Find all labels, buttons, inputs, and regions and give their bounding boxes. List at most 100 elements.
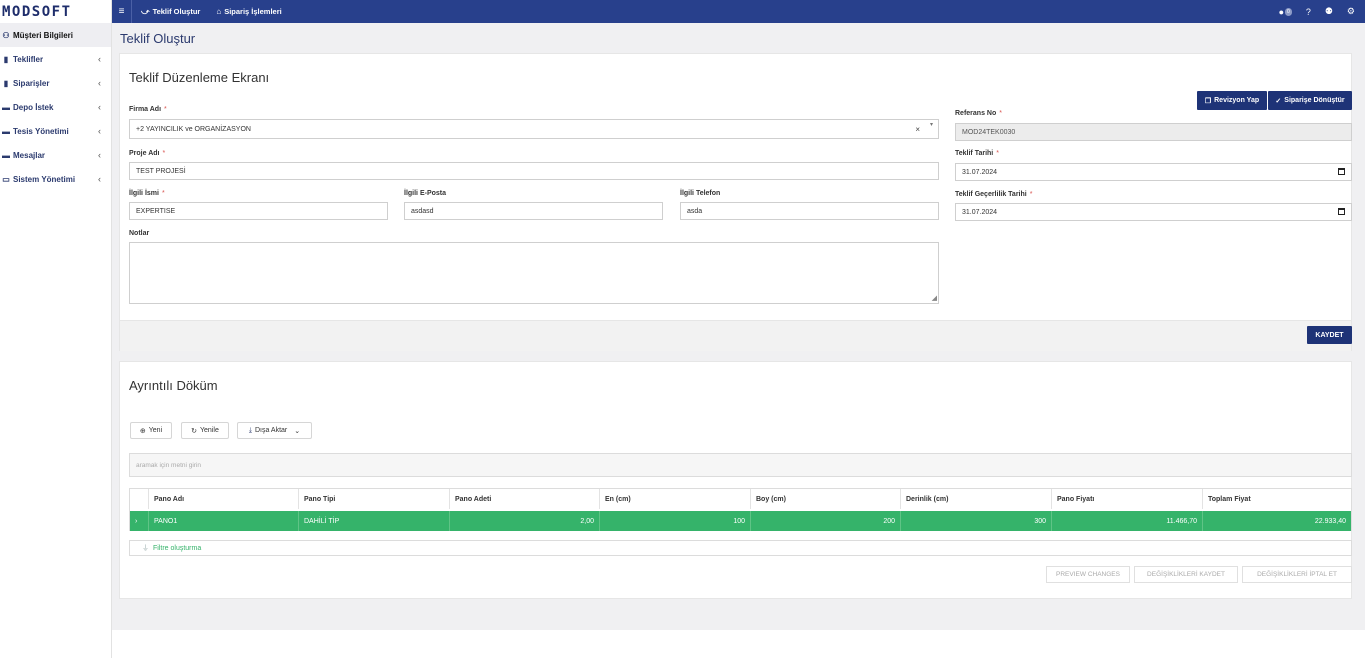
filter-icon: ⏚ xyxy=(142,545,149,552)
sidebar-item-label: Depo İstek xyxy=(13,102,54,112)
col-pano-adeti[interactable]: Pano Adeti xyxy=(449,489,599,509)
chevron-down-icon: ⌄ xyxy=(294,427,301,435)
gecerlilik-tarihi-label: Teklif Geçerlilik Tarihi * xyxy=(955,191,1033,198)
sidebar-item-mesajlar[interactable]: ▬ Mesajlar ‹ xyxy=(0,143,111,167)
teklif-tarihi-label: Teklif Tarihi * xyxy=(955,150,999,157)
help-icon[interactable]: ? xyxy=(1306,7,1311,17)
cell-derinlik[interactable]: 300 xyxy=(900,511,1051,531)
sidebar-item-musteri-bilgileri[interactable]: ⚇ Müşteri Bilgileri xyxy=(0,23,111,47)
col-boy[interactable]: Boy (cm) xyxy=(750,489,900,509)
ilgili-ismi-input[interactable]: EXPERTISE xyxy=(129,202,388,220)
topbar: ≡ ⤻ Teklif Oluştur ⌂ Sipariş İşlemleri ●… xyxy=(112,0,1365,23)
resize-handle-icon[interactable]: ◢ xyxy=(932,294,937,302)
firma-value: +2 YAYINCILIK ve ORGANİZASYON xyxy=(136,125,251,133)
topnav-label: Sipariş İşlemleri xyxy=(224,7,282,16)
topnav-teklif-olustur[interactable]: ⤻ Teklif Oluştur xyxy=(141,7,200,17)
cell-pano-fiyati[interactable]: 11.466,70 xyxy=(1051,511,1202,531)
file-icon: ▮ xyxy=(3,54,9,64)
firma-select[interactable]: +2 YAYINCILIK ve ORGANİZASYON × ▾ xyxy=(129,119,939,139)
main-content: Teklif Oluştur Teklif Düzenleme Ekranı ❐… xyxy=(112,23,1365,630)
topnav-siparis-islemleri[interactable]: ⌂ Sipariş İşlemleri xyxy=(216,7,281,16)
sidebar-item-sistem-yonetimi[interactable]: ▭ Sistem Yönetimi ‹ xyxy=(0,167,111,191)
chevron-left-icon: ‹ xyxy=(98,54,101,64)
detail-grid: Pano Adı Pano Tipi Pano Adeti En (cm) Bo… xyxy=(129,488,1352,531)
notlar-textarea[interactable]: ◢ xyxy=(129,242,939,304)
sidebar-item-teklifler[interactable]: ▮ Teklifler ‹ xyxy=(0,47,111,71)
col-toplam-fiyat[interactable]: Toplam Fiyat xyxy=(1202,489,1351,509)
refresh-button[interactable]: ↻ Yenile xyxy=(181,422,229,439)
chevron-left-icon: ‹ xyxy=(98,102,101,112)
referans-input: MOD24TEK0030 xyxy=(955,123,1352,141)
expand-header-cell xyxy=(130,489,148,509)
expand-row-icon[interactable]: › xyxy=(130,511,148,531)
settings-icon[interactable]: ⚙ xyxy=(1347,6,1355,17)
teklif-form-card: Teklif Düzenleme Ekranı ❐ Revizyon Yap ✓ S… xyxy=(119,53,1352,351)
app-logo[interactable]: MODSOFT xyxy=(0,0,111,23)
calendar-icon[interactable] xyxy=(1338,168,1345,175)
sidebar-item-label: Sistem Yönetimi xyxy=(13,174,76,184)
col-pano-adi[interactable]: Pano Adı xyxy=(148,489,298,509)
sidebar-item-siparisler[interactable]: ▮ Siparişler ‹ xyxy=(0,71,111,95)
user-icon[interactable]: ⚉ xyxy=(1325,6,1333,17)
proje-label: Proje Adı * xyxy=(129,150,166,157)
page-footer xyxy=(112,630,1365,658)
save-button[interactable]: KAYDET xyxy=(1307,326,1352,344)
sidebar: MODSOFT ⚇ Müşteri Bilgileri ▮ Teklifler … xyxy=(0,0,112,658)
handshake-icon: ⤻ xyxy=(141,6,150,16)
gecerlilik-tarihi-input[interactable]: 31.07.2024 xyxy=(955,203,1352,221)
col-pano-fiyati[interactable]: Pano Fiyatı xyxy=(1051,489,1202,509)
messages-icon: ▬ xyxy=(2,150,10,160)
calendar-icon[interactable] xyxy=(1338,208,1345,215)
table-row[interactable]: › PANO1 DAHİLİ TİP 2,00 100 200 300 11.4… xyxy=(130,511,1351,531)
save-changes-button[interactable]: DEĞİŞİKLİKLERİ KAYDET xyxy=(1134,566,1238,583)
export-button[interactable]: ⤓ Dışa Aktar ⌄ xyxy=(237,422,312,439)
sidebar-item-label: Teklifler xyxy=(13,54,44,64)
ilgili-eposta-input[interactable]: asdasd xyxy=(404,202,663,220)
cell-pano-adeti[interactable]: 2,00 xyxy=(449,511,599,531)
grid-header-row: Pano Adı Pano Tipi Pano Adeti En (cm) Bo… xyxy=(130,489,1351,509)
industry-icon: ▬ xyxy=(2,126,10,136)
monitor-icon: ▭ xyxy=(2,174,10,184)
cart-icon: ▮ xyxy=(3,78,9,88)
warehouse-icon: ▬ xyxy=(2,102,10,112)
plus-circle-icon: ⊕ xyxy=(139,427,146,435)
menu-toggle-icon[interactable]: ≡ xyxy=(112,0,132,23)
basket-icon: ⌂ xyxy=(216,7,222,16)
sidebar-item-depo-istek[interactable]: ▬ Depo İstek ‹ xyxy=(0,95,111,119)
cell-boy[interactable]: 200 xyxy=(750,511,900,531)
comment-icon: ● xyxy=(1278,6,1285,17)
proje-input[interactable]: TEST PROJESİ xyxy=(129,162,939,180)
chevron-left-icon: ‹ xyxy=(98,174,101,184)
preview-changes-button[interactable]: PREVIEW CHANGES xyxy=(1046,566,1130,583)
sidebar-item-label: Siparişler xyxy=(13,78,50,88)
topnav-label: Teklif Oluştur xyxy=(152,7,201,16)
check-icon: ✓ xyxy=(1275,97,1282,105)
col-en[interactable]: En (cm) xyxy=(599,489,750,509)
col-pano-tipi[interactable]: Pano Tipi xyxy=(298,489,449,509)
cell-pano-adi[interactable]: PANO1 xyxy=(148,511,298,531)
cell-pano-tipi[interactable]: DAHİLİ TİP xyxy=(298,511,449,531)
ilgili-telefon-input[interactable]: asda xyxy=(680,202,939,220)
ilgili-telefon-label: İlgili Telefon xyxy=(680,190,721,197)
messages-button[interactable]: ● 0 xyxy=(1279,7,1292,17)
copy-icon: ❐ xyxy=(1204,97,1212,105)
ilgili-eposta-label: İlgili E-Posta xyxy=(404,190,447,197)
sidebar-item-label: Müşteri Bilgileri xyxy=(13,30,74,40)
search-input[interactable]: aramak için metni girin xyxy=(129,453,1352,477)
sidebar-item-label: Tesis Yönetimi xyxy=(13,126,69,136)
dropdown-icon[interactable]: ▾ xyxy=(930,121,933,128)
firma-label: Firma Adı * xyxy=(129,106,167,113)
clear-icon[interactable]: × xyxy=(915,125,920,134)
cancel-changes-button[interactable]: DEĞİŞİKLİKLERİ İPTAL ET xyxy=(1242,566,1352,583)
cell-toplam-fiyat[interactable]: 22.933,40 xyxy=(1202,511,1351,531)
new-button[interactable]: ⊕ Yeni xyxy=(130,422,172,439)
filter-builder[interactable]: ⏚ Filtre oluşturma xyxy=(129,540,1352,556)
chevron-left-icon: ‹ xyxy=(98,78,101,88)
col-derinlik[interactable]: Derinlik (cm) xyxy=(900,489,1051,509)
revision-button[interactable]: ❐ Revizyon Yap xyxy=(1197,91,1267,110)
cell-en[interactable]: 100 xyxy=(599,511,750,531)
chevron-left-icon: ‹ xyxy=(98,126,101,136)
sidebar-item-tesis-yonetimi[interactable]: ▬ Tesis Yönetimi ‹ xyxy=(0,119,111,143)
teklif-tarihi-input[interactable]: 31.07.2024 xyxy=(955,163,1352,181)
convert-to-order-button[interactable]: ✓ Siparişe Dönüştür xyxy=(1268,91,1352,110)
